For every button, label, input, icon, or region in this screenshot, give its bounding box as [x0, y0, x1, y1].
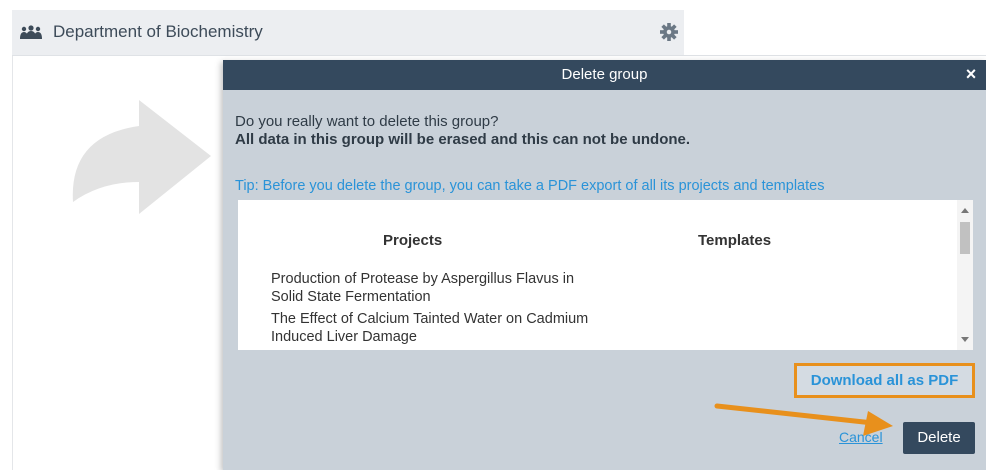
curved-arrow-icon [72, 100, 211, 214]
list-item: The Effect of Calcium Tainted Water on C… [271, 311, 589, 345]
org-name[interactable]: Department of Biochemistry [53, 22, 263, 42]
top-bar: Department of Biochemistry [12, 10, 986, 56]
delete-button[interactable]: Delete [903, 422, 975, 454]
users-group-icon [20, 25, 42, 39]
close-icon[interactable]: × [962, 64, 980, 84]
dialog-title: Delete group [561, 66, 648, 83]
templates-column-header: Templates [698, 232, 772, 249]
topbar-empty-area [684, 10, 986, 55]
scroll-thumb[interactable] [960, 222, 970, 254]
projects-column-header: Projects [383, 232, 443, 249]
scroll-down-icon[interactable] [961, 337, 969, 342]
download-all-pdf-button[interactable]: Download all as PDF [794, 363, 975, 398]
gear-icon[interactable] [660, 23, 678, 41]
scroll-up-icon[interactable] [961, 208, 969, 213]
confirm-question: Do you really want to delete this group? [235, 113, 499, 130]
list-item: Production of Protease by Aspergillus Fl… [271, 271, 575, 305]
cancel-link[interactable]: Cancel [839, 429, 883, 445]
projects-templates-list[interactable]: Projects Templates Production of Proteas… [238, 200, 973, 350]
delete-group-dialog: Delete group × Do you really want to del… [223, 60, 986, 470]
warning-text: All data in this group will be erased an… [235, 131, 691, 148]
tip-text: Tip: Before you delete the group, you ca… [235, 178, 825, 194]
project-list: Production of Protease by Aspergillus Fl… [271, 270, 601, 350]
dialog-header: Delete group × [223, 60, 986, 90]
list-scrollbar[interactable] [957, 200, 973, 350]
left-panel [12, 56, 225, 470]
